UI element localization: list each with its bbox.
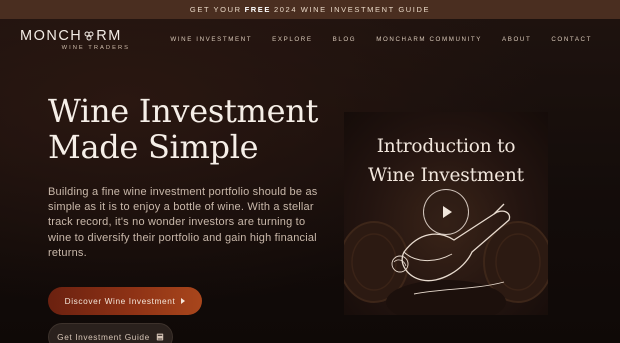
hero-title-line1: Wine Investment [48, 92, 319, 130]
page: GET YOUR FREE 2024 WINE INVESTMENT GUIDE… [0, 0, 620, 343]
nav-item-contact[interactable]: CONTACT [551, 36, 592, 43]
main-nav: WINE INVESTMENT EXPLORE BLOG MONCHARM CO… [170, 36, 592, 43]
nav-item-about[interactable]: ABOUT [502, 36, 531, 43]
promo-suffix: 2024 WINE INVESTMENT GUIDE [274, 5, 431, 14]
play-icon [443, 206, 452, 218]
grape-cluster-icon [84, 31, 94, 41]
brand-subtitle: WINE TRADERS [61, 45, 130, 51]
guide-button-label: Get Investment Guide [57, 332, 150, 342]
video-title-line1: Introduction to [376, 136, 516, 157]
brand-name-part2: RM [96, 28, 122, 44]
discover-button-label: Discover Wine Investment [64, 296, 176, 306]
promo-banner[interactable]: GET YOUR FREE 2024 WINE INVESTMENT GUIDE [0, 0, 620, 19]
play-button[interactable] [423, 189, 469, 235]
nav-item-explore[interactable]: EXPLORE [272, 36, 312, 43]
hero-title-line2: Made Simple [48, 128, 259, 166]
promo-highlight: FREE [244, 5, 272, 14]
brand-logo[interactable]: MONCH RM WINE TRADERS [20, 28, 132, 51]
get-investment-guide-button[interactable]: Get Investment Guide [48, 323, 173, 343]
promo-prefix: GET YOUR [189, 5, 242, 14]
video-title-line2: Wine Investment [368, 165, 524, 186]
hero-description: Building a fine wine investment portfoli… [48, 186, 318, 259]
video-title: Introduction to Wine Investment [344, 132, 548, 190]
brand-name: MONCH RM [20, 28, 132, 44]
hero-title: Wine Investment Made Simple [48, 93, 338, 165]
intro-video[interactable]: Introduction to Wine Investment [344, 112, 548, 315]
brand-name-part1: MONCH [20, 28, 83, 44]
discover-wine-investment-button[interactable]: Discover Wine Investment [48, 287, 202, 315]
nav-item-community[interactable]: MONCHARM COMMUNITY [376, 36, 482, 43]
book-icon [156, 333, 164, 341]
nav-item-wine-investment[interactable]: WINE INVESTMENT [170, 36, 252, 43]
play-triangle-icon [181, 298, 186, 304]
nav-item-blog[interactable]: BLOG [333, 36, 357, 43]
